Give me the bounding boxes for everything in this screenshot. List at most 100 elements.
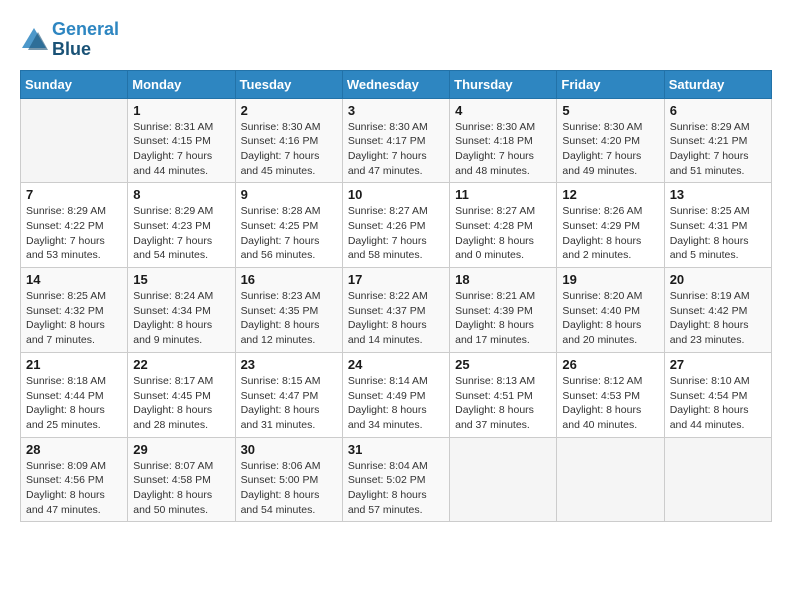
day-cell-14: 14 Sunrise: 8:25 AMSunset: 4:32 PMDayligh… <box>21 268 128 353</box>
day-number: 11 <box>455 187 551 202</box>
weekday-wednesday: Wednesday <box>342 70 449 98</box>
weekday-saturday: Saturday <box>664 70 771 98</box>
day-number: 14 <box>26 272 122 287</box>
empty-cell <box>557 437 664 522</box>
day-number: 29 <box>133 442 229 457</box>
day-info: Sunrise: 8:18 AMSunset: 4:44 PMDaylight:… <box>26 374 122 433</box>
empty-cell <box>450 437 557 522</box>
day-cell-5: 5 Sunrise: 8:30 AMSunset: 4:20 PMDaylight… <box>557 98 664 183</box>
day-cell-1: 1 Sunrise: 8:31 AMSunset: 4:15 PMDaylight… <box>128 98 235 183</box>
logo: General Blue <box>20 20 119 60</box>
day-cell-9: 9 Sunrise: 8:28 AMSunset: 4:25 PMDaylight… <box>235 183 342 268</box>
day-number: 26 <box>562 357 658 372</box>
day-number: 13 <box>670 187 766 202</box>
day-cell-7: 7Sunrise: 8:29 AMSunset: 4:22 PMDaylight… <box>21 183 128 268</box>
day-number: 22 <box>133 357 229 372</box>
day-info: Sunrise: 8:31 AMSunset: 4:15 PMDaylight:… <box>133 120 229 179</box>
day-number: 3 <box>348 103 444 118</box>
day-info: Sunrise: 8:29 AMSunset: 4:22 PMDaylight:… <box>26 204 122 263</box>
day-number: 27 <box>670 357 766 372</box>
day-cell-19: 19 Sunrise: 8:20 AMSunset: 4:40 PMDayligh… <box>557 268 664 353</box>
day-number: 24 <box>348 357 444 372</box>
day-number: 10 <box>348 187 444 202</box>
day-cell-27: 27Sunrise: 8:10 AMSunset: 4:54 PMDayligh… <box>664 352 771 437</box>
day-cell-20: 20Sunrise: 8:19 AMSunset: 4:42 PMDayligh… <box>664 268 771 353</box>
logo-icon <box>20 26 48 54</box>
weekday-sunday: Sunday <box>21 70 128 98</box>
day-cell-17: 17 Sunrise: 8:22 AMSunset: 4:37 PMDayligh… <box>342 268 449 353</box>
day-cell-25: 25 Sunrise: 8:13 AMSunset: 4:51 PMDayligh… <box>450 352 557 437</box>
week-row-2: 7Sunrise: 8:29 AMSunset: 4:22 PMDaylight… <box>21 183 772 268</box>
weekday-friday: Friday <box>557 70 664 98</box>
day-number: 1 <box>133 103 229 118</box>
day-number: 2 <box>241 103 337 118</box>
weekday-tuesday: Tuesday <box>235 70 342 98</box>
day-cell-30: 30 Sunrise: 8:06 AMSunset: 5:00 PMDayligh… <box>235 437 342 522</box>
day-cell-2: 2 Sunrise: 8:30 AMSunset: 4:16 PMDaylight… <box>235 98 342 183</box>
day-cell-31: 31 Sunrise: 8:04 AMSunset: 5:02 PMDayligh… <box>342 437 449 522</box>
week-row-4: 21 Sunrise: 8:18 AMSunset: 4:44 PMDayligh… <box>21 352 772 437</box>
day-info: Sunrise: 8:09 AMSunset: 4:56 PMDaylight:… <box>26 459 122 518</box>
day-info: Sunrise: 8:30 AMSunset: 4:17 PMDaylight:… <box>348 120 444 179</box>
day-info: Sunrise: 8:06 AMSunset: 5:00 PMDaylight:… <box>241 459 337 518</box>
day-number: 18 <box>455 272 551 287</box>
day-number: 17 <box>348 272 444 287</box>
empty-cell <box>21 98 128 183</box>
week-row-5: 28 Sunrise: 8:09 AMSunset: 4:56 PMDayligh… <box>21 437 772 522</box>
day-number: 16 <box>241 272 337 287</box>
day-cell-18: 18 Sunrise: 8:21 AMSunset: 4:39 PMDayligh… <box>450 268 557 353</box>
weekday-thursday: Thursday <box>450 70 557 98</box>
day-cell-28: 28 Sunrise: 8:09 AMSunset: 4:56 PMDayligh… <box>21 437 128 522</box>
day-info: Sunrise: 8:13 AMSunset: 4:51 PMDaylight:… <box>455 374 551 433</box>
day-info: Sunrise: 8:14 AMSunset: 4:49 PMDaylight:… <box>348 374 444 433</box>
day-number: 21 <box>26 357 122 372</box>
day-number: 5 <box>562 103 658 118</box>
day-info: Sunrise: 8:27 AMSunset: 4:26 PMDaylight:… <box>348 204 444 263</box>
day-number: 19 <box>562 272 658 287</box>
day-info: Sunrise: 8:25 AMSunset: 4:32 PMDaylight:… <box>26 289 122 348</box>
empty-cell <box>664 437 771 522</box>
day-info: Sunrise: 8:22 AMSunset: 4:37 PMDaylight:… <box>348 289 444 348</box>
day-info: Sunrise: 8:24 AMSunset: 4:34 PMDaylight:… <box>133 289 229 348</box>
day-cell-8: 8 Sunrise: 8:29 AMSunset: 4:23 PMDaylight… <box>128 183 235 268</box>
week-row-3: 14 Sunrise: 8:25 AMSunset: 4:32 PMDayligh… <box>21 268 772 353</box>
day-number: 15 <box>133 272 229 287</box>
day-number: 8 <box>133 187 229 202</box>
day-info: Sunrise: 8:30 AMSunset: 4:18 PMDaylight:… <box>455 120 551 179</box>
logo-text: General Blue <box>52 20 119 60</box>
day-info: Sunrise: 8:30 AMSunset: 4:16 PMDaylight:… <box>241 120 337 179</box>
day-info: Sunrise: 8:21 AMSunset: 4:39 PMDaylight:… <box>455 289 551 348</box>
day-cell-24: 24 Sunrise: 8:14 AMSunset: 4:49 PMDayligh… <box>342 352 449 437</box>
day-cell-11: 11 Sunrise: 8:27 AMSunset: 4:28 PMDayligh… <box>450 183 557 268</box>
day-cell-15: 15 Sunrise: 8:24 AMSunset: 4:34 PMDayligh… <box>128 268 235 353</box>
day-info: Sunrise: 8:20 AMSunset: 4:40 PMDaylight:… <box>562 289 658 348</box>
day-number: 20 <box>670 272 766 287</box>
day-number: 23 <box>241 357 337 372</box>
day-number: 25 <box>455 357 551 372</box>
page-header: General Blue <box>20 20 772 60</box>
day-cell-21: 21 Sunrise: 8:18 AMSunset: 4:44 PMDayligh… <box>21 352 128 437</box>
day-info: Sunrise: 8:26 AMSunset: 4:29 PMDaylight:… <box>562 204 658 263</box>
day-number: 6 <box>670 103 766 118</box>
week-row-1: 1 Sunrise: 8:31 AMSunset: 4:15 PMDaylight… <box>21 98 772 183</box>
day-info: Sunrise: 8:12 AMSunset: 4:53 PMDaylight:… <box>562 374 658 433</box>
day-number: 28 <box>26 442 122 457</box>
day-cell-22: 22 Sunrise: 8:17 AMSunset: 4:45 PMDayligh… <box>128 352 235 437</box>
day-number: 4 <box>455 103 551 118</box>
day-cell-10: 10 Sunrise: 8:27 AMSunset: 4:26 PMDayligh… <box>342 183 449 268</box>
day-info: Sunrise: 8:15 AMSunset: 4:47 PMDaylight:… <box>241 374 337 433</box>
day-cell-6: 6Sunrise: 8:29 AMSunset: 4:21 PMDaylight… <box>664 98 771 183</box>
day-number: 30 <box>241 442 337 457</box>
day-cell-23: 23 Sunrise: 8:15 AMSunset: 4:47 PMDayligh… <box>235 352 342 437</box>
day-info: Sunrise: 8:04 AMSunset: 5:02 PMDaylight:… <box>348 459 444 518</box>
weekday-header-row: SundayMondayTuesdayWednesdayThursdayFrid… <box>21 70 772 98</box>
day-number: 9 <box>241 187 337 202</box>
day-info: Sunrise: 8:30 AMSunset: 4:20 PMDaylight:… <box>562 120 658 179</box>
weekday-monday: Monday <box>128 70 235 98</box>
day-info: Sunrise: 8:17 AMSunset: 4:45 PMDaylight:… <box>133 374 229 433</box>
day-number: 31 <box>348 442 444 457</box>
day-info: Sunrise: 8:28 AMSunset: 4:25 PMDaylight:… <box>241 204 337 263</box>
day-info: Sunrise: 8:27 AMSunset: 4:28 PMDaylight:… <box>455 204 551 263</box>
day-info: Sunrise: 8:29 AMSunset: 4:23 PMDaylight:… <box>133 204 229 263</box>
day-cell-12: 12Sunrise: 8:26 AMSunset: 4:29 PMDayligh… <box>557 183 664 268</box>
